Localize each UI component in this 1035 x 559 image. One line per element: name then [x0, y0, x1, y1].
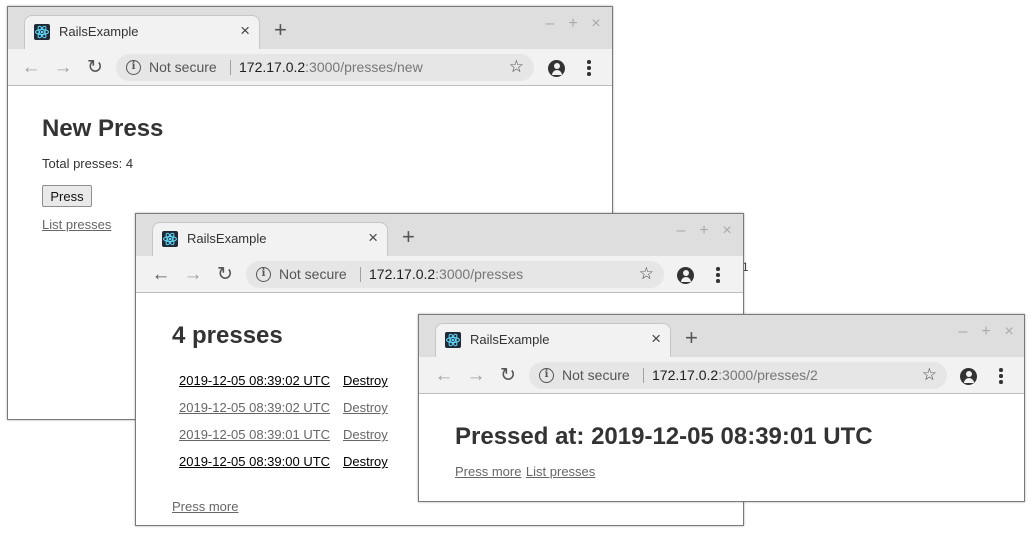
- url-text[interactable]: 172.17.0.2:3000/presses: [369, 266, 523, 282]
- tab-title: RailsExample: [187, 231, 267, 246]
- account-icon[interactable]: [960, 368, 977, 385]
- divider: [643, 368, 644, 383]
- total-presses-text: Total presses: 4: [42, 156, 134, 171]
- press-more-link[interactable]: Press more: [455, 464, 521, 479]
- menu-dots-icon[interactable]: [586, 59, 592, 77]
- list-presses-link[interactable]: List presses: [42, 217, 111, 232]
- title-bar: RailsExample × + – + ×: [419, 315, 1024, 357]
- page-title: Pressed at: 2019-12-05 08:39:01 UTC: [455, 423, 873, 450]
- menu-dots-icon[interactable]: [715, 266, 721, 284]
- security-label: Not secure: [149, 59, 217, 75]
- info-icon[interactable]: i: [256, 267, 271, 282]
- address-bar[interactable]: i Not secure 172.17.0.2:3000/presses/2 ☆: [529, 362, 947, 389]
- close-window-icon[interactable]: ×: [720, 223, 734, 239]
- info-icon[interactable]: i: [539, 368, 554, 383]
- close-window-icon[interactable]: ×: [589, 16, 603, 32]
- menu-dots-icon[interactable]: [998, 367, 1004, 385]
- forward-arrow-icon[interactable]: →: [466, 366, 486, 386]
- list-presses-link[interactable]: List presses: [526, 464, 595, 479]
- react-atom-favicon-icon: [162, 231, 178, 247]
- press-timestamp-link[interactable]: 2019-12-05 08:39:01 UTC: [179, 427, 330, 442]
- destroy-link[interactable]: Destroy: [343, 400, 388, 415]
- minimize-icon[interactable]: –: [543, 16, 557, 32]
- account-icon[interactable]: [548, 60, 565, 77]
- star-icon[interactable]: ☆: [509, 57, 524, 77]
- page-links: Press more List presses: [455, 463, 595, 481]
- new-tab-icon[interactable]: +: [685, 327, 698, 349]
- star-icon[interactable]: ☆: [922, 365, 937, 385]
- browser-window-press-show: RailsExample × + – + × ← → ↻ i Not secur…: [418, 314, 1025, 502]
- address-bar[interactable]: i Not secure 172.17.0.2:3000/presses/new…: [116, 54, 534, 81]
- security-label: Not secure: [279, 266, 347, 282]
- tab-title: RailsExample: [59, 24, 139, 39]
- security-label: Not secure: [562, 367, 630, 383]
- back-arrow-icon[interactable]: ←: [434, 366, 454, 386]
- back-arrow-icon[interactable]: ←: [151, 265, 171, 285]
- close-icon[interactable]: ×: [651, 329, 661, 349]
- star-icon[interactable]: ☆: [639, 264, 654, 284]
- page-title: 4 presses: [172, 322, 283, 349]
- maximize-icon[interactable]: +: [979, 324, 993, 340]
- close-icon[interactable]: ×: [240, 21, 250, 41]
- press-timestamp-link[interactable]: 2019-12-05 08:39:02 UTC: [179, 373, 330, 388]
- browser-tab[interactable]: RailsExample ×: [152, 222, 388, 256]
- maximize-icon[interactable]: +: [566, 16, 580, 32]
- minimize-icon[interactable]: –: [674, 223, 688, 239]
- destroy-link[interactable]: Destroy: [343, 454, 388, 469]
- toolbar: ← → ↻ i Not secure 172.17.0.2:3000/press…: [8, 49, 612, 86]
- divider: [360, 267, 361, 282]
- divider: [230, 60, 231, 75]
- reload-icon[interactable]: ↻: [498, 366, 518, 386]
- toolbar: ← → ↻ i Not secure 172.17.0.2:3000/press…: [419, 357, 1024, 394]
- forward-arrow-icon[interactable]: →: [53, 58, 73, 78]
- address-bar[interactable]: i Not secure 172.17.0.2:3000/presses ☆: [246, 261, 664, 288]
- page-content: Pressed at: 2019-12-05 08:39:01 UTC Pres…: [419, 395, 1024, 501]
- minimize-icon[interactable]: –: [956, 324, 970, 340]
- new-tab-icon[interactable]: +: [402, 226, 415, 248]
- press-more-link[interactable]: Press more: [172, 499, 238, 514]
- toolbar: ← → ↻ i Not secure 172.17.0.2:3000/press…: [136, 256, 743, 293]
- browser-tab[interactable]: RailsExample ×: [24, 15, 260, 49]
- title-bar: RailsExample × + – + ×: [136, 214, 743, 256]
- close-window-icon[interactable]: ×: [1002, 324, 1016, 340]
- press-timestamp-link[interactable]: 2019-12-05 08:39:02 UTC: [179, 400, 330, 415]
- title-bar: RailsExample × + – + ×: [8, 7, 612, 49]
- account-icon[interactable]: [677, 267, 694, 284]
- info-icon[interactable]: i: [126, 60, 141, 75]
- maximize-icon[interactable]: +: [697, 223, 711, 239]
- press-button[interactable]: Press: [42, 185, 92, 207]
- reload-icon[interactable]: ↻: [85, 58, 105, 78]
- react-atom-favicon-icon: [445, 332, 461, 348]
- new-tab-icon[interactable]: +: [274, 19, 287, 41]
- page-title: New Press: [42, 115, 164, 142]
- url-text[interactable]: 172.17.0.2:3000/presses/new: [239, 59, 423, 75]
- reload-icon[interactable]: ↻: [215, 265, 235, 285]
- destroy-link[interactable]: Destroy: [343, 427, 388, 442]
- destroy-link[interactable]: Destroy: [343, 373, 388, 388]
- url-text[interactable]: 172.17.0.2:3000/presses/2: [652, 367, 818, 383]
- press-timestamp-link[interactable]: 2019-12-05 08:39:00 UTC: [179, 454, 330, 469]
- forward-arrow-icon[interactable]: →: [183, 265, 203, 285]
- back-arrow-icon[interactable]: ←: [21, 58, 41, 78]
- close-icon[interactable]: ×: [368, 228, 378, 248]
- tab-title: RailsExample: [470, 332, 550, 347]
- react-atom-favicon-icon: [34, 24, 50, 40]
- browser-tab[interactable]: RailsExample ×: [435, 323, 671, 357]
